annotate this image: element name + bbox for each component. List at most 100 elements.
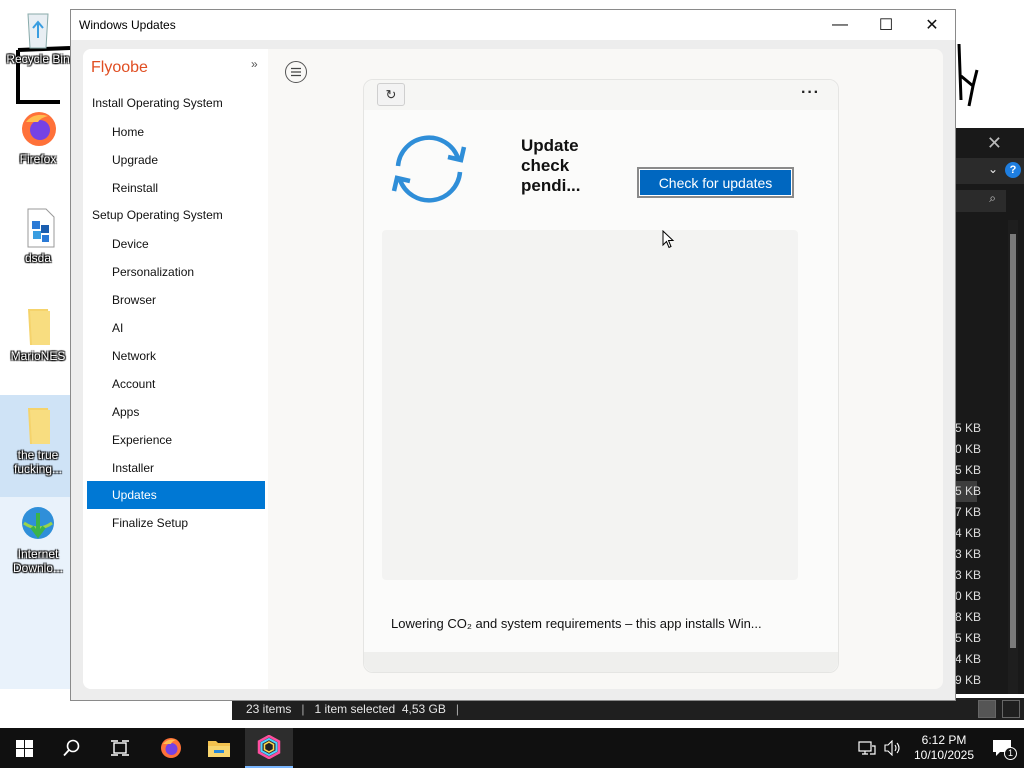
window-titlebar[interactable]: Windows Updates — ☐ ✕ [71, 10, 955, 40]
file-size: 3 KB [955, 568, 982, 582]
update-status-title: Update check pendi... [521, 136, 581, 195]
notification-center-button[interactable]: 1 [980, 728, 1024, 768]
internet-download-manager-icon [22, 507, 54, 539]
taskbar-flyoobe[interactable] [245, 728, 293, 768]
nav-group-install[interactable]: Install Operating System [92, 96, 223, 110]
flyoobe-icon [257, 735, 281, 759]
desktop-icon-firefox[interactable]: Firefox [3, 108, 73, 166]
search-icon [63, 739, 80, 757]
explorer-size-column: 5 KB 0 KB 5 KB 5 KB 7 KB 4 KB 3 KB 3 KB … [955, 418, 982, 691]
card-toolbar [364, 80, 838, 110]
collapse-sidebar-button[interactable]: » [251, 57, 258, 71]
chevron-down-icon[interactable]: ⌄ [988, 162, 998, 176]
search-icon: ⌕ [989, 191, 996, 205]
firefox-icon [22, 112, 56, 146]
file-size: 4 KB [955, 526, 982, 540]
desktop-doodle-right [957, 43, 979, 107]
refresh-button[interactable]: ↻ [377, 83, 405, 106]
sidebar-item-device[interactable]: Device [112, 237, 149, 251]
sidebar-item-experience[interactable]: Experience [112, 433, 172, 447]
desktop-icon-marionES[interactable]: MarioNES [3, 305, 73, 363]
file-size: 8 KB [955, 610, 982, 624]
desktop-icon-label: Firefox [19, 152, 57, 166]
app-brand: Flyoobe [91, 59, 148, 76]
task-view-button[interactable] [96, 728, 144, 768]
task-view-icon [111, 740, 129, 756]
document-icon [27, 208, 55, 248]
updates-list-area [382, 230, 798, 580]
sidebar-item-finalize-setup[interactable]: Finalize Setup [112, 516, 188, 530]
selection-info: 1 item selected 4,53 GB [314, 702, 446, 716]
hamburger-menu-button[interactable] [285, 61, 307, 83]
taskbar-firefox[interactable] [147, 728, 195, 768]
maximize-button[interactable]: ☐ [863, 10, 909, 40]
recycle-bin-icon [27, 13, 49, 49]
file-size: 5 KB [955, 481, 981, 502]
window-title: Windows Updates [79, 18, 176, 32]
details-view-icon[interactable] [978, 700, 996, 718]
file-size: 5 KB [955, 421, 982, 435]
system-tray: 6:12 PM 10/10/2025 1 [858, 728, 1024, 768]
minimize-button[interactable]: — [817, 10, 863, 40]
desktop-icon-folder[interactable]: the true fucking... [3, 404, 73, 476]
sidebar-item-personalization[interactable]: Personalization [112, 265, 194, 279]
nav-group-setup[interactable]: Setup Operating System [92, 208, 223, 222]
sync-icon [391, 135, 467, 203]
sidebar-item-account[interactable]: Account [112, 377, 155, 391]
desktop-icon-dsda[interactable]: dsda [3, 207, 73, 265]
desktop-icon-label: Internet Downlo... [12, 547, 64, 575]
explorer-close-icon[interactable]: ✕ [987, 133, 1002, 154]
file-size: 7 KB [955, 505, 982, 519]
volume-icon[interactable] [884, 740, 902, 756]
sidebar-item-browser[interactable]: Browser [112, 293, 156, 307]
desktop-icon-internet-download-manager[interactable]: Internet Downlo... [3, 503, 73, 575]
folder-icon [28, 408, 50, 444]
sidebar-item-installer[interactable]: Installer [112, 461, 154, 475]
search-button[interactable] [48, 728, 96, 768]
sidebar: Flyoobe » Install Operating System Home … [83, 49, 268, 689]
card-footer-bar [364, 652, 838, 672]
network-icon[interactable] [858, 740, 876, 756]
notification-badge: 1 [1004, 747, 1017, 760]
more-options-button[interactable]: ··· [801, 84, 820, 102]
start-icon [15, 739, 33, 757]
sidebar-item-reinstall[interactable]: Reinstall [112, 181, 158, 195]
taskbar: 6:12 PM 10/10/2025 1 [0, 728, 1024, 768]
status-separator: | [455, 702, 460, 716]
desktop-icon-label: the true fucking... [13, 448, 63, 476]
desktop-icon-label: Recycle Bin [6, 52, 70, 66]
sidebar-item-network[interactable]: Network [112, 349, 156, 363]
file-explorer-window: ✕ ⌄ ? ⌕ 5 KB 0 KB 5 KB 5 KB 7 KB 4 KB 3 … [955, 128, 1024, 694]
explorer-search-input[interactable] [955, 190, 1006, 212]
sidebar-item-ai[interactable]: AI [112, 321, 123, 335]
sidebar-item-upgrade[interactable]: Upgrade [112, 153, 158, 167]
app-client-area: Flyoobe » Install Operating System Home … [83, 49, 943, 689]
sidebar-item-home[interactable]: Home [112, 125, 144, 139]
file-size: 5 KB [955, 631, 982, 645]
check-for-updates-button[interactable]: Check for updates [637, 167, 794, 198]
folder-icon [28, 309, 50, 345]
file-size: 9 KB [955, 673, 982, 687]
desktop-icon-label: dsda [24, 251, 52, 265]
explorer-scrollbar-thumb[interactable] [1010, 234, 1016, 648]
start-button[interactable] [0, 728, 48, 768]
item-count: 23 items [246, 702, 292, 716]
close-button[interactable]: ✕ [909, 10, 955, 40]
large-icons-view-icon[interactable] [1002, 700, 1020, 718]
status-separator: | [301, 702, 305, 716]
firefox-icon [161, 738, 181, 758]
desktop-icon-recycle-bin[interactable]: Recycle Bin [3, 8, 73, 66]
file-size: 4 KB [955, 652, 982, 666]
mouse-cursor-icon [662, 230, 675, 249]
windows-updates-window: Windows Updates — ☐ ✕ Flyoobe » Install … [70, 9, 956, 701]
sidebar-item-apps[interactable]: Apps [112, 405, 139, 419]
file-size: 3 KB [955, 547, 982, 561]
clock[interactable]: 6:12 PM 10/10/2025 [908, 733, 980, 763]
taskbar-file-explorer[interactable] [195, 728, 243, 768]
file-size: 5 KB [955, 463, 982, 477]
footer-message: Lowering CO₂ and system requirements – t… [391, 616, 762, 631]
explorer-status-bar: 23 items | 1 item selected 4,53 GB | [232, 698, 1024, 720]
sidebar-item-updates[interactable]: Updates [87, 481, 265, 509]
help-icon[interactable]: ? [1005, 162, 1021, 178]
updates-card: ↻ ··· Update check pendi... Check for up… [363, 79, 839, 673]
